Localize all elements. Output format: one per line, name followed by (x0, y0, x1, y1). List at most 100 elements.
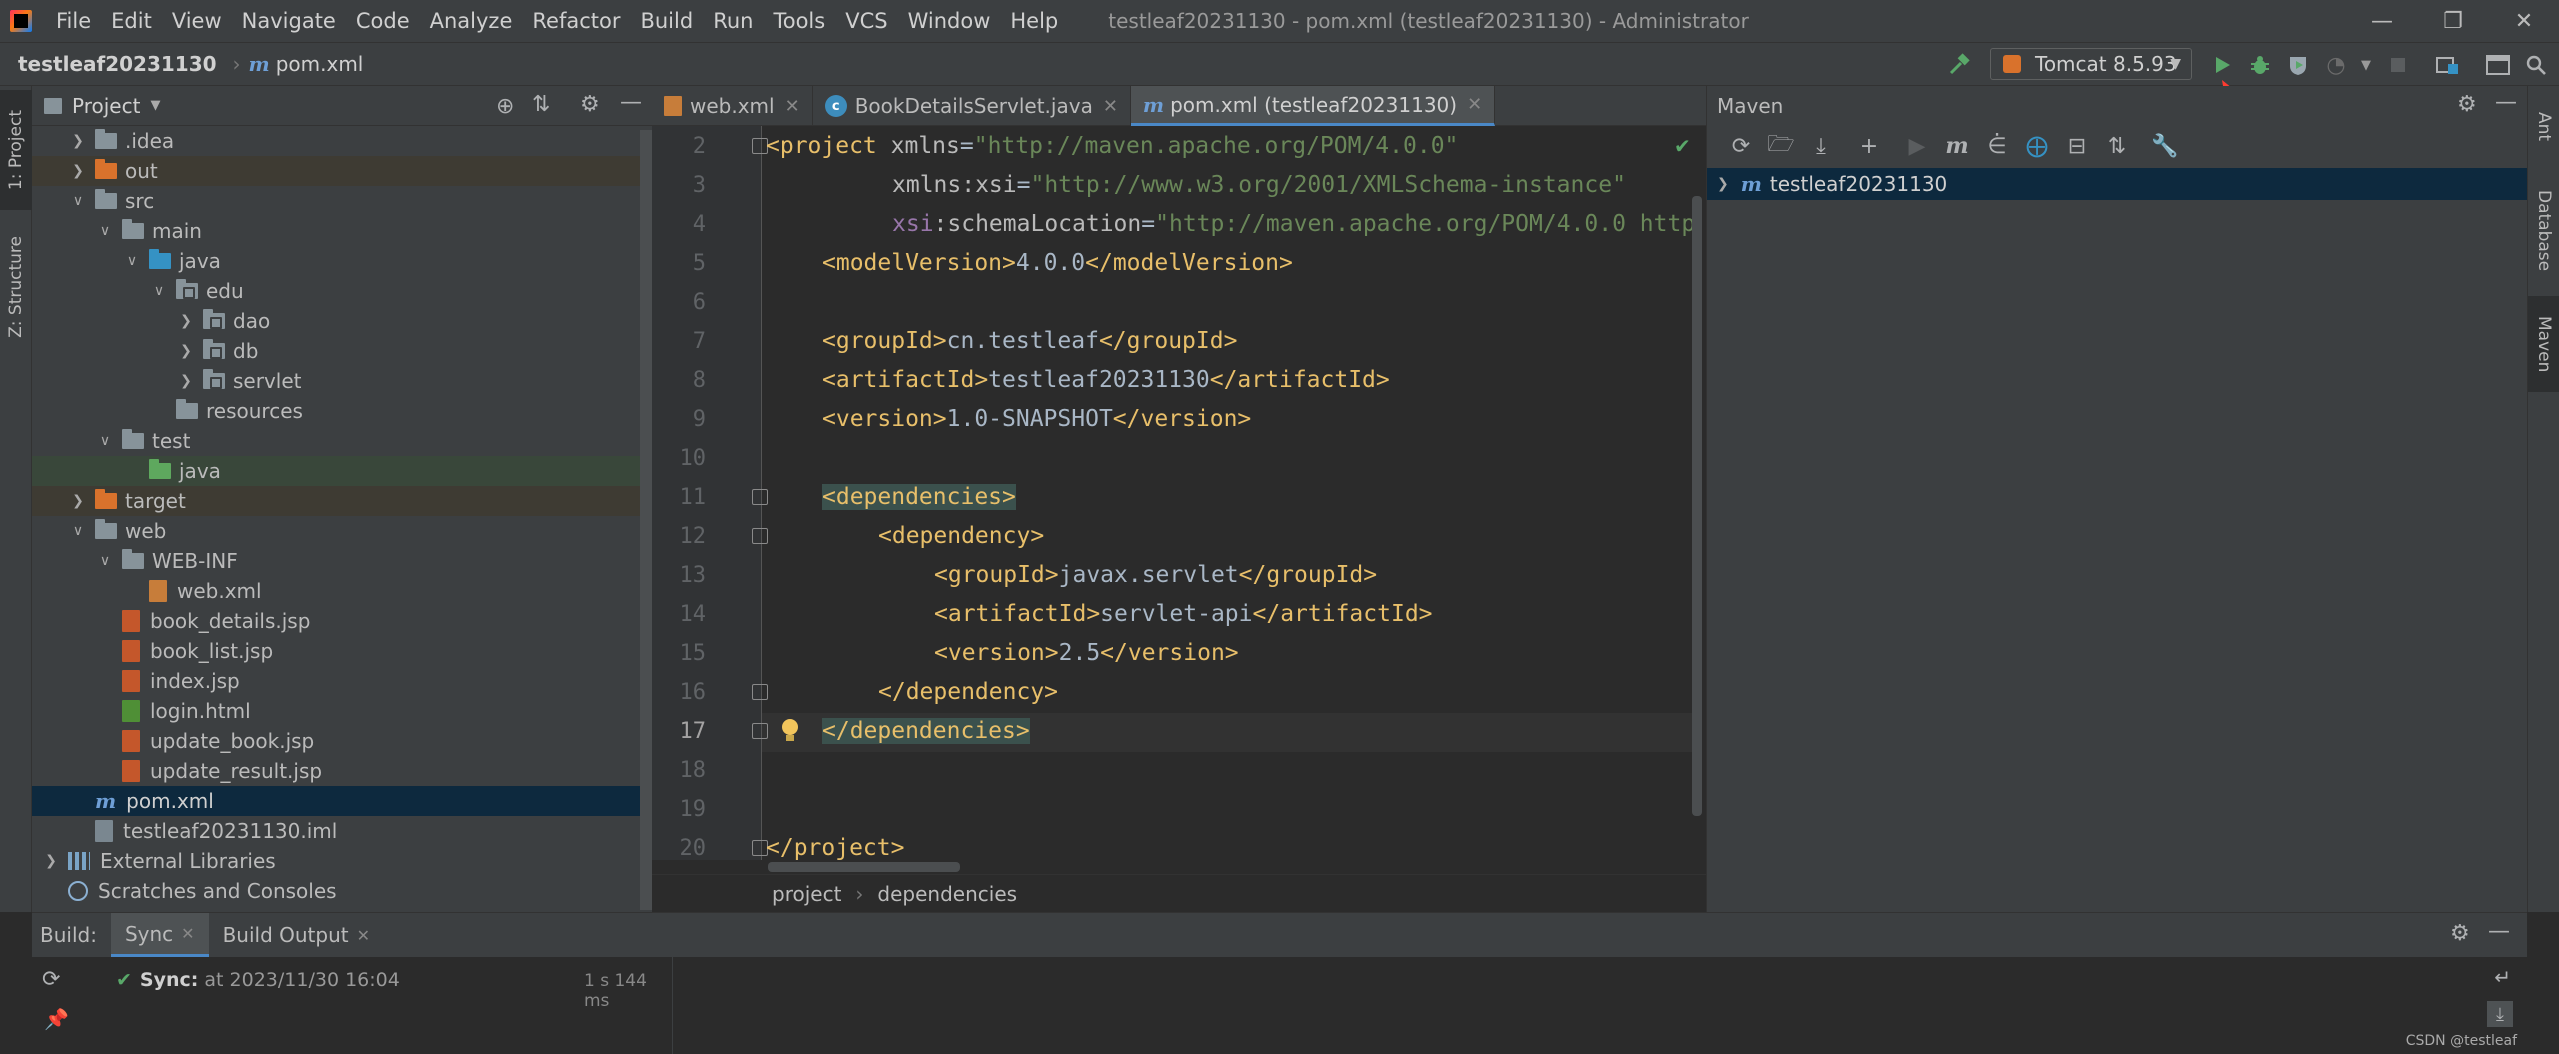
tree-item[interactable]: ❯ .idea (32, 126, 652, 156)
locate-icon[interactable]: ⊕ (496, 94, 514, 119)
reload-icon[interactable]: ⟳ (42, 967, 60, 992)
code-line-11[interactable]: <dependencies> (766, 477, 1016, 516)
code-line-5[interactable]: <modelVersion> 4.0.0 </modelVersion> (766, 243, 1293, 282)
project-structure-icon[interactable] (2434, 51, 2462, 79)
chevron-down-icon[interactable]: ∨ (98, 223, 112, 239)
profile-dropdown-icon[interactable]: ▼ (2352, 51, 2380, 79)
chevron-right-icon[interactable]: ❯ (71, 163, 85, 179)
code-line-4[interactable]: xsi:schemaLocation = "http://maven.apache.… (766, 204, 1694, 243)
hide-panel-icon[interactable]: — (620, 90, 642, 115)
project-scrollbar[interactable] (640, 130, 652, 910)
menu-run[interactable]: Run (703, 9, 763, 33)
tree-item[interactable]: login.html (32, 696, 652, 726)
tree-item[interactable]: ∨ test (32, 426, 652, 456)
chevron-right-icon[interactable]: ❯ (71, 493, 85, 509)
tree-item[interactable]: update_book.jsp (32, 726, 652, 756)
code-line-14[interactable]: <artifactId> servlet-api </artifactId> (766, 594, 1433, 633)
run-configuration-select[interactable]: Tomcat 8.5.93 ▼ (1990, 48, 2192, 80)
menu-navigate[interactable]: Navigate (232, 9, 346, 33)
breadcrumb-project[interactable]: project (772, 882, 841, 906)
tree-item[interactable]: ❯ db (32, 336, 652, 366)
chevron-down-icon[interactable]: ∨ (125, 253, 139, 269)
sync-status-row[interactable]: ✔ Sync: at 2023/11/30 16:04 (116, 969, 400, 991)
tab-sync[interactable]: Sync ✕ (110, 913, 209, 957)
gear-icon[interactable]: ⚙ (580, 92, 600, 117)
chevron-right-icon[interactable]: ❯ (179, 313, 193, 329)
maven-goal-icon[interactable]: m (1937, 131, 1977, 161)
terminal-window-icon[interactable] (2484, 51, 2512, 79)
download-icon[interactable]: ⤓ (1801, 131, 1841, 161)
skip-tests-icon[interactable]: ⨁ (2017, 131, 2057, 161)
tree-item[interactable]: index.jsp (32, 666, 652, 696)
code-line-12[interactable]: <dependency> (766, 516, 1044, 555)
tree-item[interactable]: ∨ WEB-INF (32, 546, 652, 576)
tool-tab-structure[interactable]: Z: Structure (0, 222, 32, 352)
code-line-2[interactable]: <project xmlns = "http://maven.apache.org/… (766, 126, 1458, 165)
menu-file[interactable]: File (46, 9, 101, 33)
code-line-13[interactable]: <groupId> javax.servlet </groupId> (766, 555, 1377, 594)
close-window-button[interactable]: ✕ (2489, 0, 2559, 42)
chevron-right-icon[interactable]: ❯ (179, 373, 193, 389)
wrench-icon[interactable]: 🔧 (2145, 131, 2185, 161)
toggle-offline-icon[interactable]: ⋵ (1977, 131, 2017, 161)
chevron-right-icon[interactable]: ❯ (1717, 176, 1729, 192)
tree-item[interactable]: Scratches and Consoles (32, 876, 652, 906)
menu-tools[interactable]: Tools (763, 9, 835, 33)
tool-tab-ant[interactable]: Ant (2528, 92, 2559, 162)
close-tab-icon[interactable]: ✕ (785, 96, 800, 117)
menu-help[interactable]: Help (1000, 9, 1068, 33)
pin-icon[interactable]: 📌 (44, 1007, 69, 1031)
run-icon[interactable]: ▶ (1897, 131, 1937, 161)
tab-build-output[interactable]: Build Output ✕ (209, 913, 384, 957)
restore-button[interactable]: ❐ (2418, 0, 2488, 42)
menu-window[interactable]: Window (898, 9, 1001, 33)
minimize-button[interactable]: — (2347, 0, 2417, 42)
code-line-15[interactable]: <version> 2.5 </version> (766, 633, 1239, 672)
tree-item[interactable]: ∨ src (32, 186, 652, 216)
close-tab-icon[interactable]: ✕ (1103, 96, 1118, 117)
tree-item[interactable]: web.xml (32, 576, 652, 606)
chevron-down-icon[interactable]: ∨ (71, 523, 85, 539)
hide-panel-icon[interactable]: — (2495, 90, 2517, 115)
tree-item[interactable]: java (32, 456, 652, 486)
menu-build[interactable]: Build (630, 9, 703, 33)
menu-view[interactable]: View (162, 9, 232, 33)
chevron-right-icon[interactable]: ❯ (71, 133, 85, 149)
chevron-down-icon[interactable]: ∨ (71, 193, 85, 209)
menu-vcs[interactable]: VCS (835, 9, 897, 33)
build-hammer-icon[interactable] (1946, 51, 1974, 79)
show-dependencies-icon[interactable]: ⊟ (2057, 131, 2097, 161)
tab-bookdetailsservlet-java[interactable]: c BookDetailsServlet.java ✕ (813, 86, 1131, 126)
stop-icon[interactable] (2384, 51, 2412, 79)
tree-item[interactable]: update_result.jsp (32, 756, 652, 786)
code-line-3[interactable]: xmlns:xsi = "http://www.w3.org/2001/XMLSch… (766, 165, 1626, 204)
tree-item[interactable]: book_details.jsp (32, 606, 652, 636)
tool-tab-maven[interactable]: Maven (2528, 296, 2559, 392)
menu-analyze[interactable]: Analyze (420, 9, 523, 33)
tree-item[interactable]: m pom.xml (32, 786, 652, 816)
close-tab-icon[interactable]: ✕ (357, 926, 370, 945)
maven-project-row[interactable]: ❯ m testleaf20231130 (1707, 168, 2528, 200)
code-line-17[interactable]: </dependencies> (766, 711, 1030, 750)
tree-item[interactable]: ❯ servlet (32, 366, 652, 396)
tool-tab-database[interactable]: Database (2528, 176, 2559, 286)
editor-horizontal-scrollbar[interactable] (768, 862, 960, 872)
chevron-right-icon[interactable]: ❯ (44, 853, 58, 869)
nav-crumb-file[interactable]: pom.xml (276, 52, 364, 76)
gear-icon[interactable]: ⚙ (2457, 92, 2477, 117)
chevron-down-icon[interactable]: ∨ (152, 283, 166, 299)
chevron-down-icon[interactable]: ∨ (98, 433, 112, 449)
code-line-7[interactable]: <groupId> cn.testleaf </groupId> (766, 321, 1237, 360)
breadcrumb-dependencies[interactable]: dependencies (877, 882, 1017, 906)
project-panel-title[interactable]: Project (72, 94, 140, 118)
gear-icon[interactable]: ⚙ (2450, 921, 2470, 946)
tree-item[interactable]: ∨ edu (32, 276, 652, 306)
tree-item[interactable]: ❯ out (32, 156, 652, 186)
tool-tab-project[interactable]: 1: Project (0, 90, 32, 210)
hide-panel-icon[interactable]: — (2488, 919, 2510, 944)
tree-item[interactable]: ∨ main (32, 216, 652, 246)
tree-item[interactable]: ∨ web (32, 516, 652, 546)
close-tab-icon[interactable]: ✕ (1467, 94, 1482, 115)
tree-item[interactable]: ❯ External Libraries (32, 846, 652, 876)
tab-web-xml[interactable]: web.xml ✕ (652, 86, 813, 126)
